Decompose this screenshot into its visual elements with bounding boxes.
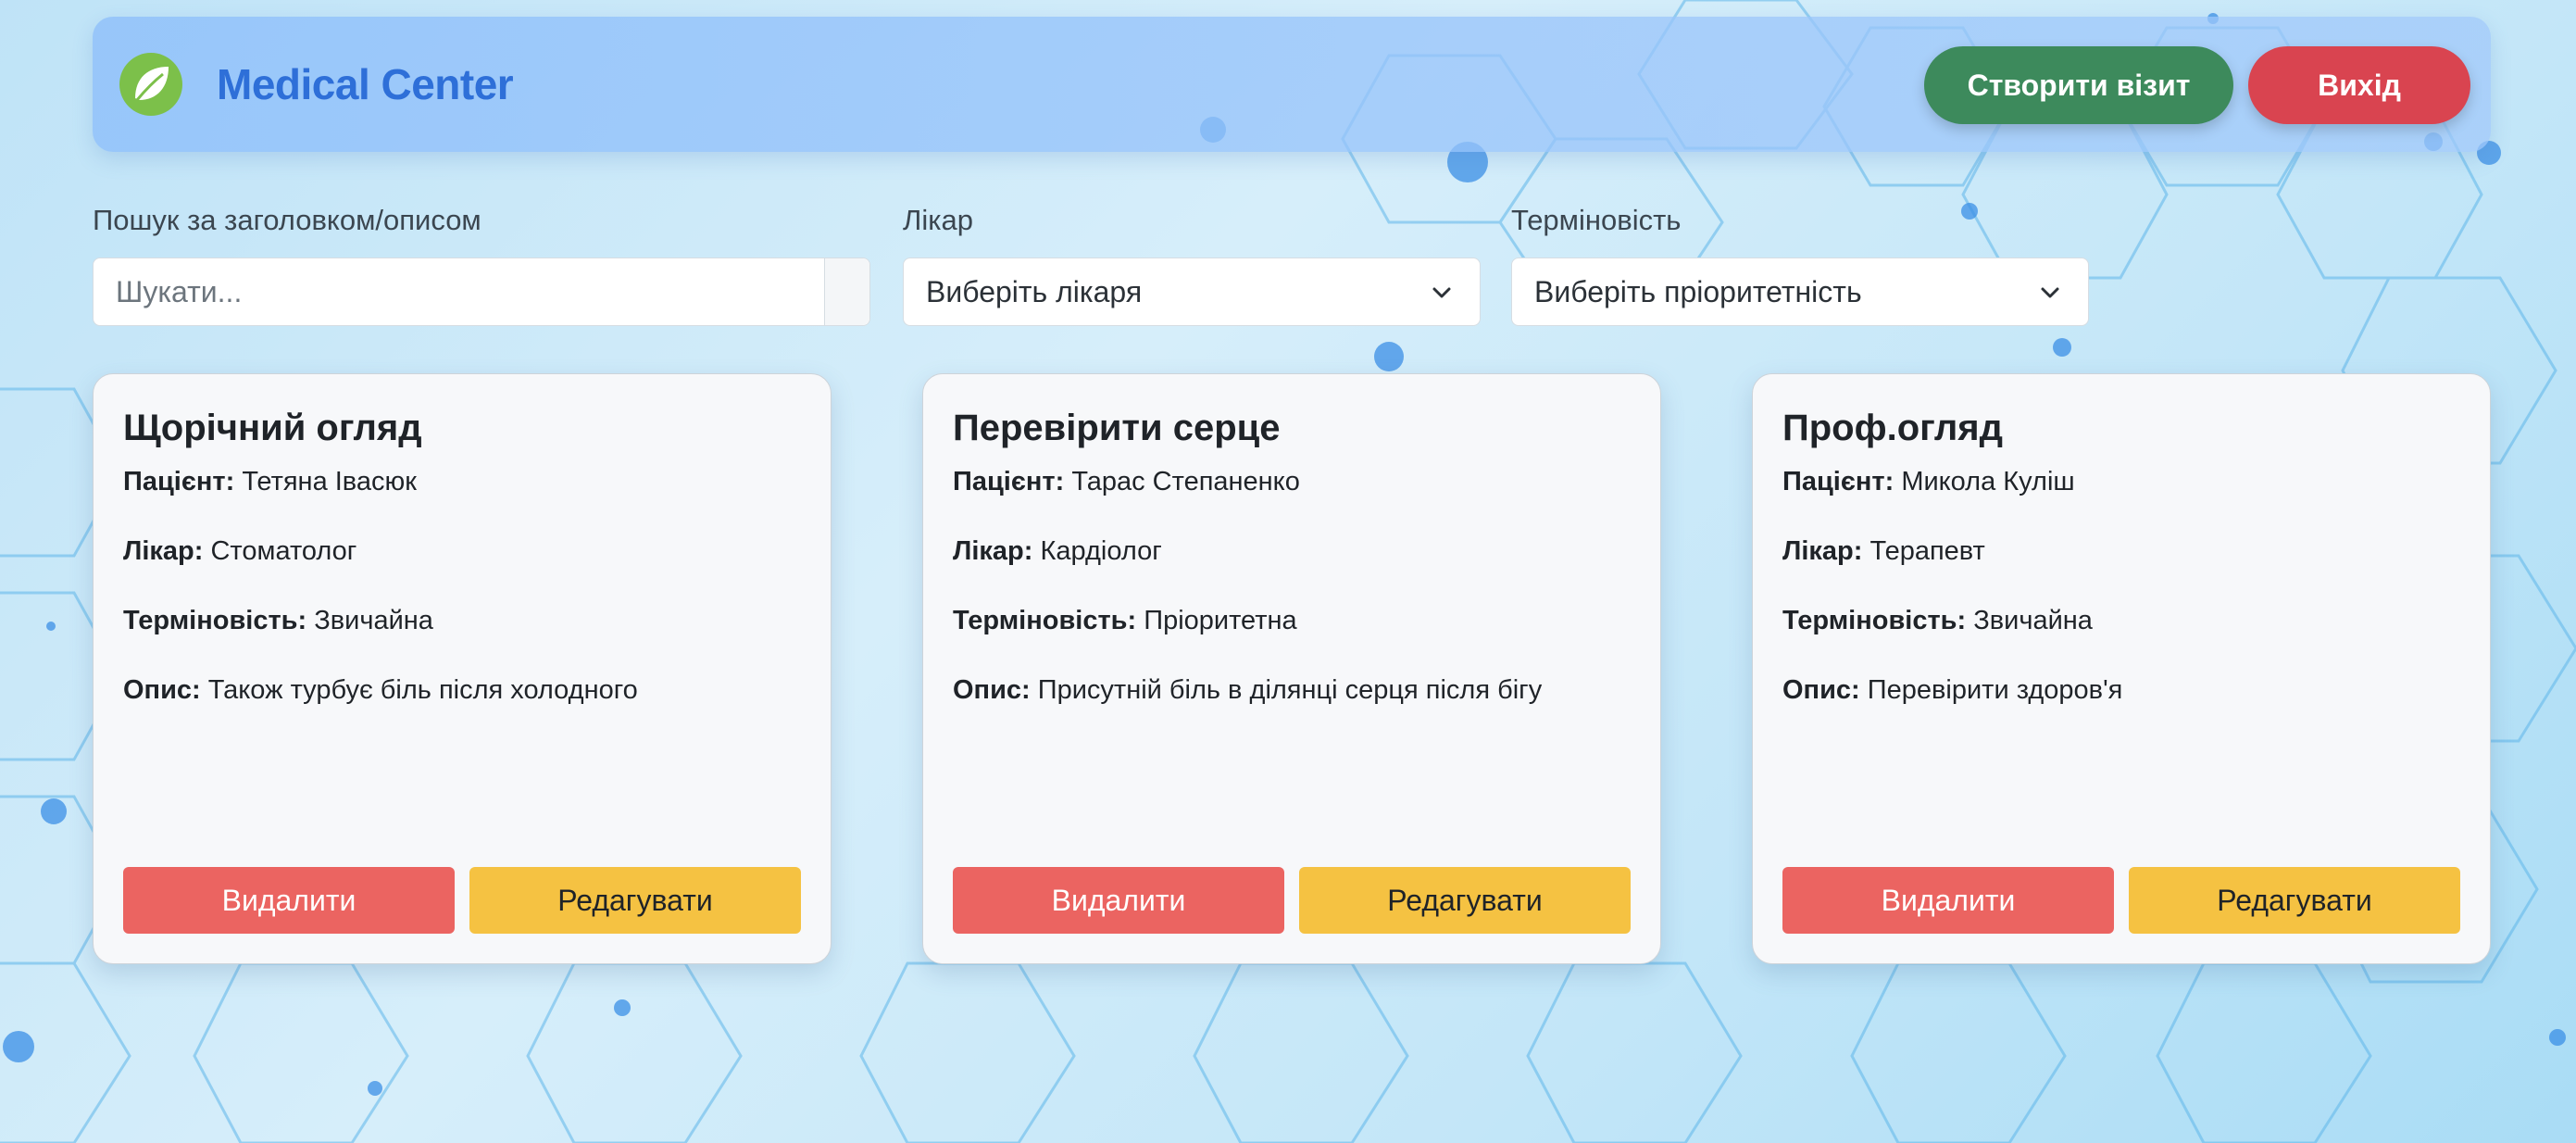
doctor-select-value: Виберіть лікаря [926, 275, 1143, 308]
card-urgency: Терміновість: Пріоритетна [953, 602, 1297, 639]
patient-value: Тарас Степаненко [1071, 467, 1300, 496]
card-description: Опис: Також турбує біль після холодного [123, 672, 638, 709]
doctor-value: Стоматолог [210, 536, 357, 566]
card-doctor: Лікар: Стоматолог [123, 533, 356, 570]
description-label: Опис: [1782, 675, 1860, 705]
doctor-select[interactable]: Виберіть лікаря [903, 257, 1481, 326]
doctor-value: Кардіолог [1040, 536, 1162, 566]
card-doctor: Лікар: Терапевт [1782, 533, 1985, 570]
urgency-select-value: Виберіть пріоритетність [1534, 275, 1862, 308]
visit-card: Перевірити серце Пацієнт: Тарас Степанен… [922, 373, 1661, 964]
patient-label: Пацієнт: [123, 467, 235, 496]
card-patient: Пацієнт: Микола Куліш [1782, 463, 2075, 500]
card-title: Щорічний огляд [123, 408, 422, 448]
description-value: Присутній біль в ділянці серця після біг… [1037, 675, 1543, 705]
urgency-label: Терміновість: [953, 606, 1137, 635]
card-urgency: Терміновість: Звичайна [123, 602, 433, 639]
doctor-label: Лікар: [1782, 536, 1863, 566]
chevron-down-icon [2041, 287, 2059, 298]
visit-card: Щорічний огляд Пацієнт: Тетяна Івасюк Лі… [93, 373, 832, 964]
urgency-value: Звичайна [314, 606, 433, 635]
search-group [93, 257, 870, 326]
card-patient: Пацієнт: Тарас Степаненко [953, 463, 1300, 500]
delete-button[interactable]: Видалити [953, 867, 1284, 934]
app-title[interactable]: Medical Center [217, 56, 514, 113]
edit-button[interactable]: Редагувати [1299, 867, 1631, 934]
card-title: Перевірити серце [953, 408, 1281, 448]
description-label: Опис: [953, 675, 1031, 705]
description-label: Опис: [123, 675, 201, 705]
patient-label: Пацієнт: [953, 467, 1065, 496]
urgency-value: Пріоритетна [1144, 606, 1297, 635]
card-patient: Пацієнт: Тетяна Івасюк [123, 463, 417, 500]
urgency-label: Терміновість: [123, 606, 307, 635]
patient-label: Пацієнт: [1782, 467, 1894, 496]
edit-button[interactable]: Редагувати [469, 867, 801, 934]
urgency-select[interactable]: Виберіть пріоритетність [1511, 257, 2089, 326]
doctor-filter-label: Лікар [903, 204, 973, 236]
delete-button[interactable]: Видалити [1782, 867, 2114, 934]
patient-value: Тетяна Івасюк [242, 467, 417, 496]
visit-card: Проф.огляд Пацієнт: Микола Куліш Лікар: … [1752, 373, 2491, 964]
doctor-label: Лікар: [123, 536, 204, 566]
top-header: Medical Center Створити візит Вихід [93, 17, 2491, 152]
leaf-icon[interactable] [119, 52, 183, 117]
search-addon[interactable] [825, 258, 869, 325]
card-doctor: Лікар: Кардіолог [953, 533, 1162, 570]
urgency-filter-label: Терміновість [1511, 204, 1682, 236]
search-label: Пошук за заголовком/описом [93, 204, 481, 236]
urgency-value: Звичайна [1973, 606, 2093, 635]
edit-button[interactable]: Редагувати [2129, 867, 2460, 934]
card-description: Опис: Перевірити здоров'я [1782, 672, 2122, 709]
description-value: Також турбує біль після холодного [207, 675, 638, 705]
search-input[interactable] [94, 258, 825, 325]
delete-button[interactable]: Видалити [123, 867, 455, 934]
patient-value: Микола Куліш [1901, 467, 2075, 496]
card-description: Опис: Присутній біль в ділянці серця піс… [953, 672, 1542, 709]
card-title: Проф.огляд [1782, 408, 2003, 448]
urgency-label: Терміновість: [1782, 606, 1967, 635]
card-urgency: Терміновість: Звичайна [1782, 602, 2093, 639]
chevron-down-icon [1432, 287, 1451, 298]
doctor-value: Терапевт [1869, 536, 1985, 566]
create-visit-button[interactable]: Створити візит [1924, 46, 2233, 124]
logout-button[interactable]: Вихід [2248, 46, 2470, 124]
page: Medical Center Створити візит Вихід Пошу… [0, 0, 2576, 1143]
description-value: Перевірити здоров'я [1867, 675, 2123, 705]
doctor-label: Лікар: [953, 536, 1033, 566]
